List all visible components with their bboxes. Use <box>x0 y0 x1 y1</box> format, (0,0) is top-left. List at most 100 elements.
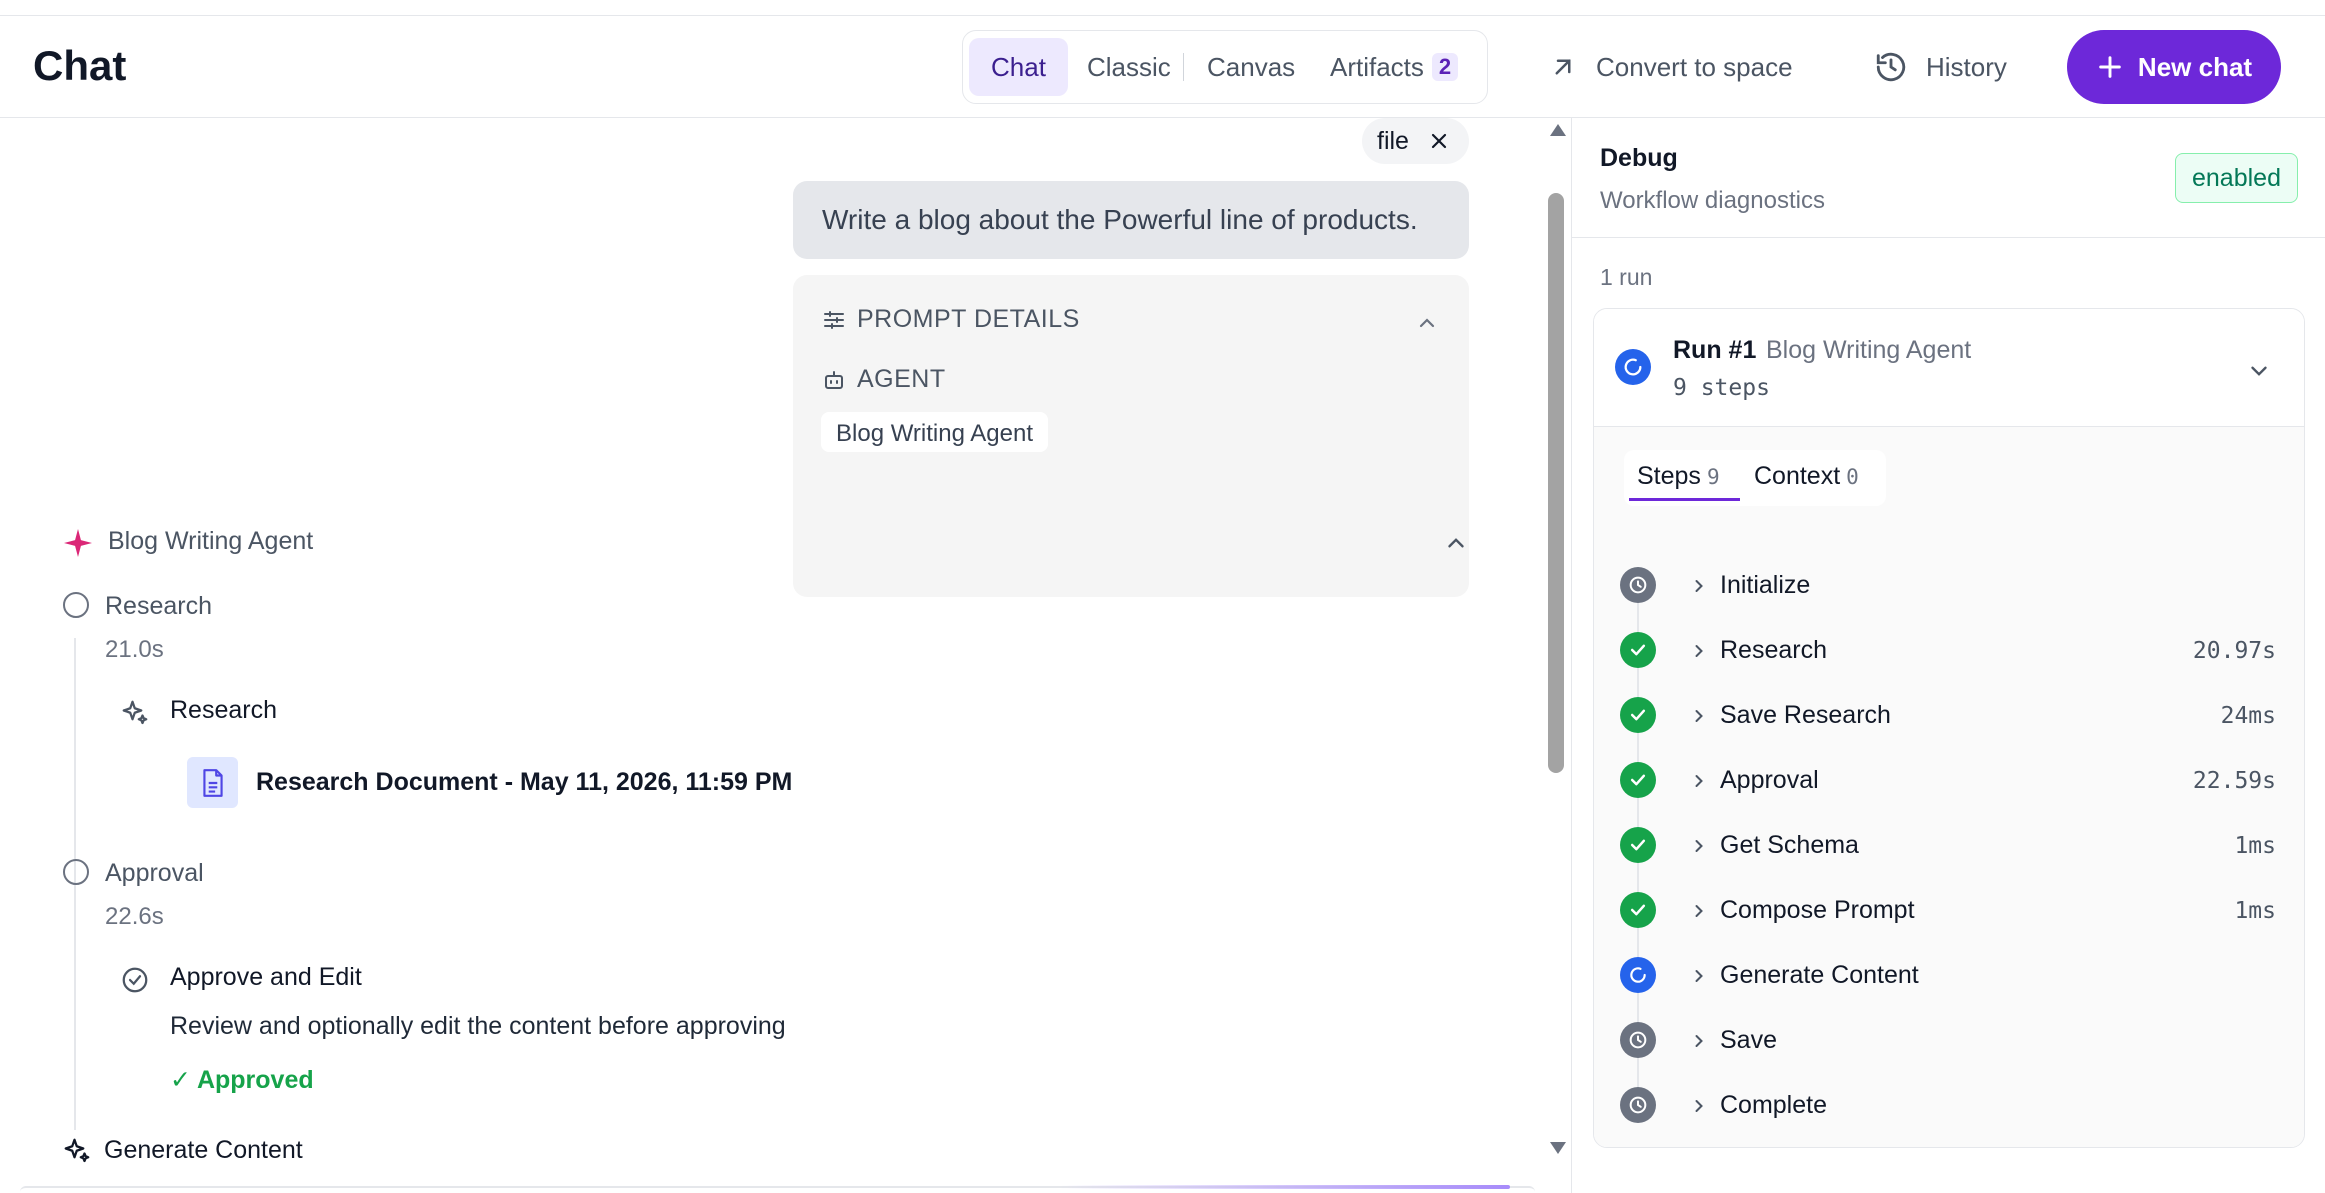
sparkles-icon <box>122 700 148 725</box>
window-top-edge <box>0 0 2325 16</box>
tab-canvas[interactable]: Canvas <box>1207 38 1295 96</box>
run-number: Run #1 <box>1673 336 1757 364</box>
run-agent-name: Blog Writing Agent <box>1766 336 1972 364</box>
chevron-right-icon[interactable] <box>1689 966 1709 986</box>
scroll-up-arrow[interactable] <box>1550 124 1566 136</box>
chevron-right-icon[interactable] <box>1689 836 1709 856</box>
approved-status: ✓ Approved <box>170 1066 314 1094</box>
arrow-up-right-icon <box>1555 59 1571 75</box>
chevron-right-icon[interactable] <box>1689 576 1709 596</box>
tab-divider <box>1183 53 1184 81</box>
convert-to-space-button[interactable]: Convert to space <box>1548 34 1793 100</box>
debug-step-name: Initialize <box>1720 571 1811 599</box>
debug-status-badge[interactable]: enabled <box>2175 153 2298 203</box>
chevron-right-icon[interactable] <box>1689 901 1709 921</box>
tab-context-label: Context <box>1754 462 1841 490</box>
run-card: Run #1 Blog Writing Agent 9 steps Steps 9… <box>1593 308 2305 1148</box>
run-body: Steps 9 Context 0 Initialize Research 20.97s… <box>1594 427 2304 1147</box>
tab-classic[interactable]: Classic <box>1087 38 1171 96</box>
clock-icon <box>1620 1022 1656 1058</box>
debug-title: Debug <box>1600 144 1678 172</box>
artifacts-count-badge: 2 <box>1431 53 1459 81</box>
debug-step-row[interactable]: Approval 22.59s <box>1594 748 2304 812</box>
history-icon <box>1876 52 1906 82</box>
debug-step-row[interactable]: Save Research 24ms <box>1594 683 2304 747</box>
step-status-circle <box>63 859 89 885</box>
debug-step-duration: 24ms <box>2220 703 2276 729</box>
research-document-link[interactable]: Research Document - May 11, 2026, 11:59 … <box>256 768 792 797</box>
agent-run-name: Blog Writing Agent <box>108 527 314 555</box>
page-title: Chat <box>33 42 127 89</box>
running-spinner-icon <box>1615 349 1651 385</box>
progress-accent <box>1060 1185 1510 1189</box>
new-chat-button[interactable]: New chat <box>2067 30 2281 104</box>
divider <box>1572 237 2325 238</box>
debug-step-row[interactable]: Research 20.97s <box>1594 618 2304 682</box>
debug-step-duration: 1ms <box>2234 898 2276 924</box>
tab-steps[interactable]: Steps 9 <box>1637 462 1720 491</box>
chevron-up-icon[interactable] <box>1443 530 1469 556</box>
debug-step-row[interactable]: Get Schema 1ms <box>1594 813 2304 877</box>
convert-to-space-label: Convert to space <box>1596 51 1793 82</box>
close-icon[interactable] <box>1427 129 1451 153</box>
history-label: History <box>1926 51 2007 82</box>
approval-description: Review and optionally edit the content b… <box>170 1012 786 1040</box>
scroll-down-arrow[interactable] <box>1550 1142 1566 1154</box>
debug-step-duration: 22.59s <box>2192 768 2276 794</box>
active-tab-underline <box>1629 498 1740 501</box>
chevron-right-icon[interactable] <box>1689 771 1709 791</box>
runs-count: 1 run <box>1600 264 1653 290</box>
chevron-right-icon[interactable] <box>1689 1096 1709 1116</box>
debug-step-name: Save Research <box>1720 701 1891 729</box>
tab-artifacts-label: Artifacts <box>1330 51 1424 82</box>
run-steps-summary: 9 steps <box>1673 375 1770 401</box>
check-circle-icon <box>1620 892 1656 928</box>
chevron-up-icon[interactable] <box>1415 311 1439 335</box>
tab-chat-label: Chat <box>991 51 1046 82</box>
tab-chat[interactable]: Chat <box>969 38 1068 96</box>
prompt-details-title: PROMPT DETAILS <box>857 305 1080 333</box>
timeline-line <box>74 905 76 1130</box>
debug-step-row[interactable]: Complete <box>1594 1073 2304 1137</box>
document-icon <box>187 757 238 808</box>
chevron-right-icon[interactable] <box>1689 706 1709 726</box>
chat-transcript: file Write a blog about the Powerful lin… <box>0 118 1545 1193</box>
tab-canvas-label: Canvas <box>1207 51 1296 82</box>
debug-step-row[interactable]: Generate Content <box>1594 943 2304 1007</box>
running-spinner-icon <box>1620 957 1656 993</box>
substep-research: Research <box>170 696 277 724</box>
check-circle-icon <box>1620 632 1656 668</box>
tab-steps-label: Steps <box>1637 462 1701 490</box>
scrollbar-thumb[interactable] <box>1548 193 1564 773</box>
debug-panel: Debug Workflow diagnostics enabled 1 run… <box>1571 118 2325 1193</box>
history-button[interactable]: History <box>1874 34 2007 100</box>
check-circle-icon <box>1620 762 1656 798</box>
debug-step-name: Generate Content <box>1720 961 1919 989</box>
sparkles-icon <box>64 1138 90 1163</box>
check-circle-icon <box>1620 827 1656 863</box>
chevron-down-icon[interactable] <box>2246 358 2272 384</box>
chevron-right-icon[interactable] <box>1689 641 1709 661</box>
debug-step-duration: 1ms <box>2234 833 2276 859</box>
debug-step-row[interactable]: Save <box>1594 1008 2304 1072</box>
debug-subtitle: Workflow diagnostics <box>1600 187 1825 214</box>
header: Chat Chat Classic Canvas Artifacts 2 Con… <box>0 16 2325 118</box>
debug-step-row[interactable]: Compose Prompt 1ms <box>1594 878 2304 942</box>
tab-artifacts[interactable]: Artifacts 2 <box>1330 38 1459 96</box>
tab-steps-count: 9 <box>1706 465 1720 489</box>
current-step-name: Generate Content <box>104 1136 303 1164</box>
user-message-text: Write a blog about the Powerful line of … <box>822 204 1418 235</box>
step-approval-name: Approval <box>105 859 204 887</box>
prompt-details-card: PROMPT DETAILS AGENT Blog Writing Agent <box>793 275 1469 597</box>
debug-step-name: Save <box>1720 1026 1777 1054</box>
clock-icon <box>1620 567 1656 603</box>
file-chip-label: file <box>1377 126 1409 155</box>
check-circle-icon <box>1620 697 1656 733</box>
chevron-right-icon[interactable] <box>1689 1031 1709 1051</box>
debug-step-row[interactable]: Initialize <box>1594 553 2304 617</box>
run-header[interactable]: Run #1 Blog Writing Agent 9 steps <box>1594 309 2304 427</box>
chat-scrollbar[interactable] <box>1545 118 1569 1193</box>
sparkle-icon <box>64 529 92 557</box>
tab-context[interactable]: Context 0 <box>1754 462 1859 491</box>
debug-step-name: Complete <box>1720 1091 1827 1119</box>
